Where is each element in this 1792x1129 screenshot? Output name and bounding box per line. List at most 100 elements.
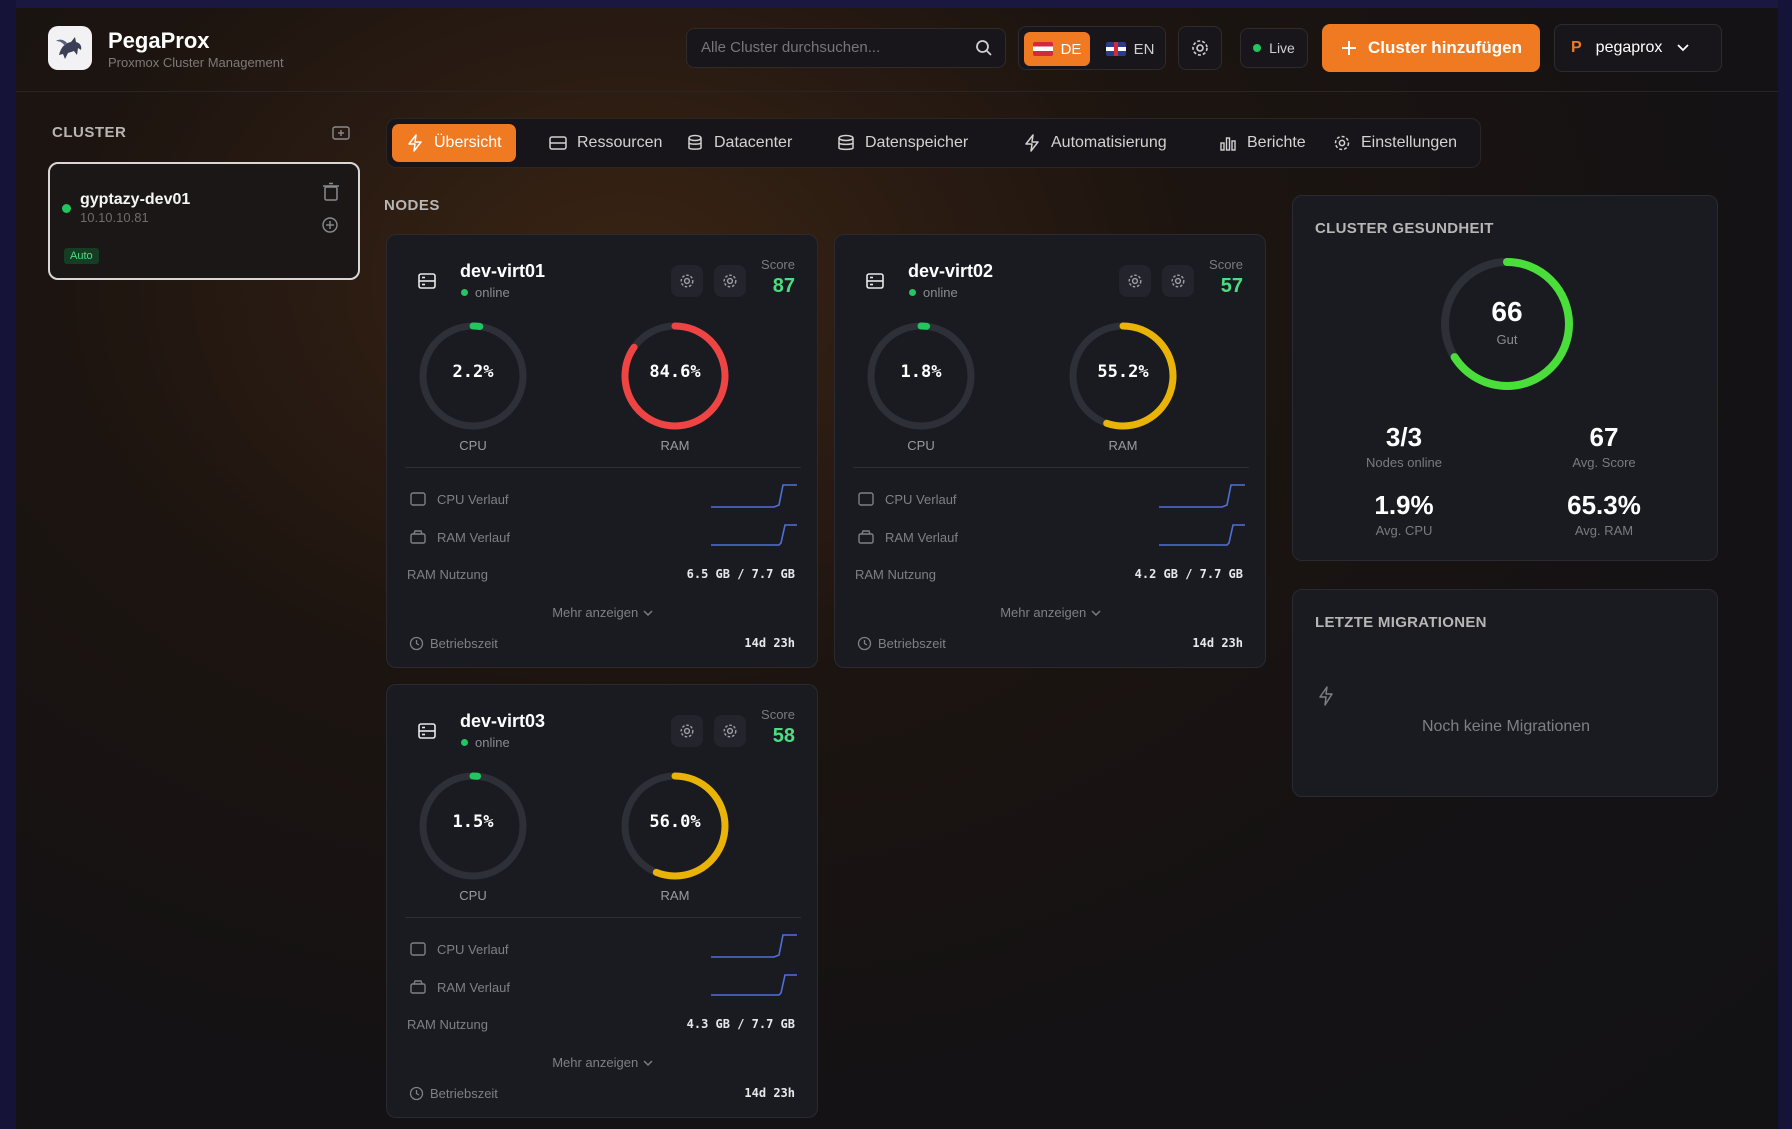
tab-datacenter[interactable]: Datacenter: [672, 124, 806, 162]
clock-icon: [409, 1086, 424, 1101]
node-maintenance-button[interactable]: [714, 715, 746, 747]
node-maintenance-button[interactable]: [1162, 265, 1194, 297]
node-settings-button[interactable]: [1119, 265, 1151, 297]
uk-flag-icon: [1105, 42, 1126, 56]
cpu-sparkline: [1159, 484, 1245, 508]
chevron-down-icon: [1091, 610, 1101, 616]
node-settings-button[interactable]: [671, 265, 703, 297]
cog-icon: [1171, 274, 1185, 288]
add-cluster-button[interactable]: Cluster hinzufügen: [1322, 24, 1540, 72]
status-badge: Auto: [64, 248, 99, 264]
settings-button[interactable]: [1178, 26, 1222, 70]
tab-ressourcen[interactable]: Ressourcen: [535, 124, 676, 162]
cpu-label: CPU: [459, 438, 487, 453]
score-value: 87: [772, 275, 795, 297]
sidebar-cluster-item[interactable]: gyptazy-dev01 10.10.10.81 Auto: [48, 162, 360, 280]
ram-value: 55.2%: [1097, 362, 1149, 382]
ram-gauge: 84.6% RAM: [619, 320, 731, 453]
trash-icon[interactable]: [322, 182, 340, 202]
status-dot-icon: [909, 289, 916, 296]
nodes-online-value: 3/3: [1385, 422, 1423, 452]
user-menu[interactable]: P pegaprox: [1554, 24, 1722, 72]
nodes-online-stat: 3/3 Nodes online: [1324, 422, 1484, 470]
server-icon: [549, 136, 567, 150]
main-tabs: Übersicht Ressourcen Datacenter Datenspe…: [386, 118, 1481, 168]
uptime-value: 14d 23h: [744, 636, 795, 650]
cpu-gauge: 2.2% CPU: [417, 320, 529, 453]
uptime-row: Betriebszeit: [409, 636, 498, 651]
tab-label: Datacenter: [714, 134, 793, 151]
search-icon[interactable]: [975, 39, 993, 57]
cpu-history-label: CPU Verlauf: [437, 491, 509, 507]
ram-history-label: RAM Verlauf: [885, 529, 958, 545]
node-card[interactable]: dev-virt03 online Score 58 1.5% CPU 56.0…: [386, 684, 818, 1118]
cpu-chip-icon: [858, 492, 874, 506]
cpu-chip-icon: [410, 492, 426, 506]
gear-icon: [1192, 40, 1208, 56]
status-dot-icon: [461, 739, 468, 746]
live-indicator[interactable]: Live: [1240, 28, 1308, 68]
node-maintenance-button[interactable]: [714, 265, 746, 297]
add-folder-icon[interactable]: [332, 124, 350, 140]
cog-icon: [723, 724, 737, 738]
live-label: Live: [1269, 40, 1295, 56]
gear-icon: [680, 274, 694, 288]
cpu-value: 1.5%: [452, 812, 494, 832]
plus-circle-icon[interactable]: [321, 216, 339, 234]
cluster-search[interactable]: [686, 28, 1006, 68]
search-input[interactable]: [701, 39, 961, 56]
cpu-value: 1.8%: [900, 362, 942, 382]
divider: [405, 467, 801, 468]
health-score: 66: [1491, 296, 1523, 327]
panel-title: LETZTE MIGRATIONEN: [1315, 614, 1487, 631]
avg-score-stat: 67 Avg. Score: [1524, 422, 1684, 470]
show-more-button[interactable]: Mehr anzeigen: [387, 605, 819, 620]
lang-en-button[interactable]: EN: [1097, 32, 1163, 66]
avg-ram-value: 65.3%: [1567, 490, 1641, 520]
score-label: Score: [761, 707, 795, 722]
tab-berichte[interactable]: Berichte: [1205, 124, 1320, 162]
memory-icon: [410, 530, 426, 544]
show-more-label: Mehr anzeigen: [552, 1055, 639, 1070]
ram-label: RAM: [1108, 438, 1138, 453]
tab-automatisierung[interactable]: Automatisierung: [1009, 124, 1181, 162]
lang-de-button[interactable]: DE: [1024, 32, 1090, 66]
ram-sparkline: [711, 974, 797, 996]
cpu-history-label: CPU Verlauf: [437, 941, 509, 957]
ram-value: 84.6%: [649, 362, 701, 382]
score-value: 57: [1220, 275, 1243, 297]
server-icon: [866, 273, 884, 289]
avg-score-value: 67: [1589, 422, 1619, 452]
cpu-gauge: 1.8% CPU: [865, 320, 977, 453]
show-more-button[interactable]: Mehr anzeigen: [387, 1055, 819, 1070]
avg-score-label: Avg. Score: [1572, 455, 1636, 470]
tab-label: Berichte: [1247, 134, 1306, 151]
uptime-label: Betriebszeit: [878, 636, 946, 651]
plus-icon: [1342, 41, 1357, 55]
server-icon: [418, 723, 436, 739]
tab-label: Einstellungen: [1361, 134, 1458, 151]
node-status: online: [909, 285, 958, 300]
ram-history-label: RAM Verlauf: [437, 529, 510, 545]
ram-history-row: RAM Verlauf: [409, 529, 510, 545]
panel-title: CLUSTER GESUNDHEIT: [1315, 220, 1494, 237]
memory-icon: [410, 980, 426, 994]
ram-sparkline: [1159, 524, 1245, 546]
ram-history-row: RAM Verlauf: [409, 979, 510, 995]
app-name: PegaProx: [108, 28, 210, 53]
ram-usage-value: 4.3 GB / 7.7 GB: [686, 1017, 795, 1031]
health-gauge: 66 Gut: [1439, 256, 1575, 392]
tab-einstellungen[interactable]: Einstellungen: [1319, 124, 1471, 162]
node-card[interactable]: dev-virt02 online Score 57 1.8% CPU 55.2…: [834, 234, 1266, 668]
top-header: PegaProx Proxmox Cluster Management DE E…: [16, 8, 1778, 92]
node-settings-button[interactable]: [671, 715, 703, 747]
ram-usage-value: 6.5 GB / 7.7 GB: [686, 567, 795, 581]
gear-icon: [1128, 274, 1142, 288]
ram-value: 56.0%: [649, 812, 701, 832]
storage-icon: [838, 134, 854, 151]
tab-uebersicht[interactable]: Übersicht: [392, 124, 516, 162]
node-card[interactable]: dev-virt01 online Score 87 2.2% CPU 84.6…: [386, 234, 818, 668]
show-more-button[interactable]: Mehr anzeigen: [835, 605, 1267, 620]
pegasus-logo-icon[interactable]: [48, 26, 92, 70]
tab-datenspeicher[interactable]: Datenspeicher: [823, 124, 982, 162]
